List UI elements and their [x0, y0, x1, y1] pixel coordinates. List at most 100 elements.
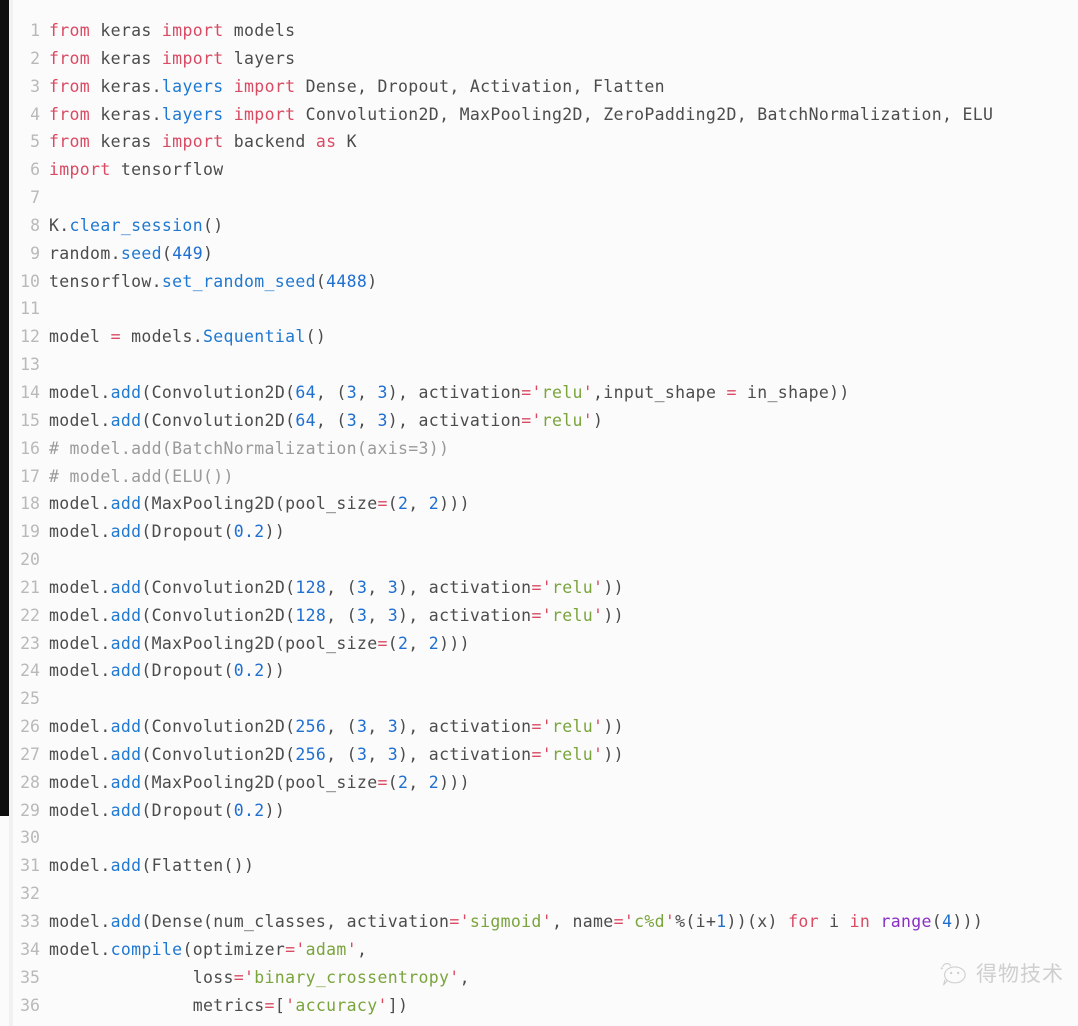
token-num: 0.2: [233, 661, 265, 681]
token-fn: set_random_seed: [161, 271, 316, 291]
code-line-content[interactable]: model.add(MaxPooling2D(pool_size=(2, 2))…: [49, 769, 470, 797]
line-number: 1: [30, 21, 40, 40]
code-line[interactable]: 8 K.clear_session(): [0, 212, 993, 240]
token-q: ': [664, 912, 676, 931]
code-line-content[interactable]: import tensorflow: [49, 156, 224, 184]
code-line[interactable]: 7: [0, 184, 993, 212]
code-line-content[interactable]: model.add(Convolution2D(128, (3, 3), act…: [49, 574, 624, 602]
code-line[interactable]: 4 from keras.layers import Convolution2D,…: [0, 101, 993, 129]
code-line-content[interactable]: from keras import layers: [49, 45, 295, 73]
line-number: 24: [20, 661, 40, 681]
code-line-content[interactable]: random.seed(449): [49, 240, 213, 268]
code-line-content[interactable]: from keras import backend as K: [49, 128, 357, 156]
token-pl: model.: [49, 939, 111, 959]
code-line-content[interactable]: # model.add(ELU()): [49, 463, 234, 491]
token-q: ': [295, 939, 306, 959]
code-line[interactable]: 34 model.compile(optimizer='adam',: [0, 936, 993, 964]
code-line[interactable]: 28 model.add(MaxPooling2D(pool_size=(2, 2…: [0, 769, 993, 797]
code-line[interactable]: 14 model.add(Convolution2D(64, (3, 3), ac…: [0, 379, 993, 407]
code-line[interactable]: 16 # model.add(BatchNormalization(axis=3)…: [0, 435, 993, 463]
code-line[interactable]: 19 model.add(Dropout(0.2)): [0, 518, 993, 546]
token-pl: i: [818, 912, 850, 931]
code-line-content[interactable]: model.add(Convolution2D(256, (3, 3), act…: [49, 713, 624, 741]
code-line-content[interactable]: from keras.layers import Convolution2D, …: [49, 101, 993, 129]
code-line-content[interactable]: model.add(Dropout(0.2)): [49, 657, 285, 685]
code-line[interactable]: 24 model.add(Dropout(0.2)): [0, 657, 993, 685]
token-fn: add: [110, 633, 142, 653]
code-line-content[interactable]: model.add(Dense(num_classes, activation=…: [49, 908, 983, 936]
code-line-content[interactable]: from keras.layers import Dense, Dropout,…: [49, 73, 665, 101]
code-line[interactable]: 27 model.add(Convolution2D(256, (3, 3), a…: [0, 741, 993, 769]
token-pl: model: [49, 327, 111, 347]
code-line-content[interactable]: tensorflow.set_random_seed(4488): [49, 268, 377, 296]
code-line-content[interactable]: model.add(MaxPooling2D(pool_size=(2, 2))…: [49, 490, 470, 518]
code-block[interactable]: 1 from keras import models 2 from keras imp…: [0, 0, 993, 1019]
token-num: 3: [356, 744, 368, 764]
token-kw: from: [49, 21, 91, 40]
code-line[interactable]: 31 model.add(Flatten()): [0, 852, 993, 880]
code-line-content[interactable]: model.add(Convolution2D(128, (3, 3), act…: [49, 602, 624, 630]
token-pl: random.: [49, 243, 121, 263]
code-line[interactable]: 15 model.add(Convolution2D(64, (3, 3), ac…: [0, 407, 993, 435]
token-num: 3: [387, 744, 399, 764]
code-line[interactable]: 32: [0, 880, 993, 908]
token-fn: add: [110, 494, 142, 514]
token-pl: , (: [326, 744, 357, 764]
token-op: =: [531, 717, 542, 737]
line-number: 31: [20, 856, 40, 876]
code-line[interactable]: 22 model.add(Convolution2D(128, (3, 3), a…: [0, 602, 993, 630]
code-line-content[interactable]: metrics=['accuracy']): [49, 992, 408, 1020]
code-line-content[interactable]: model.add(Dropout(0.2)): [49, 518, 285, 546]
line-number: 5: [30, 132, 40, 152]
token-pl: keras: [90, 21, 162, 40]
code-line[interactable]: 6 import tensorflow: [0, 156, 993, 184]
code-line[interactable]: 33 model.add(Dense(num_classes, activatio…: [0, 908, 993, 936]
code-line[interactable]: 3 from keras.layers import Dense, Dropout…: [0, 73, 993, 101]
token-pl: , (: [326, 577, 357, 597]
code-line[interactable]: 9 random.seed(449): [0, 240, 993, 268]
token-fn: clear_session: [69, 215, 203, 235]
code-line[interactable]: 2 from keras import layers: [0, 45, 993, 73]
code-line-content[interactable]: model.add(Convolution2D(256, (3, 3), act…: [49, 741, 624, 769]
token-pl: model.: [49, 744, 111, 764]
code-line[interactable]: 11: [0, 295, 993, 323]
code-line[interactable]: 23 model.add(MaxPooling2D(pool_size=(2, 2…: [0, 630, 993, 658]
code-line-content[interactable]: model.compile(optimizer='adam',: [49, 936, 367, 964]
code-line[interactable]: 18 model.add(MaxPooling2D(pool_size=(2, 2…: [0, 490, 993, 518]
code-line-content[interactable]: model.add(Convolution2D(64, (3, 3), acti…: [49, 407, 603, 435]
code-line[interactable]: 26 model.add(Convolution2D(256, (3, 3), a…: [0, 713, 993, 741]
code-line[interactable]: 36 metrics=['accuracy']): [0, 992, 993, 1020]
token-pl: layers: [223, 48, 296, 68]
code-line[interactable]: 30: [0, 824, 993, 852]
code-line[interactable]: 5 from keras import backend as K: [0, 128, 993, 156]
code-line[interactable]: 10 tensorflow.set_random_seed(4488): [0, 268, 993, 296]
token-pl: ,: [408, 494, 429, 514]
line-number: 6: [30, 160, 40, 180]
token-str: adam: [305, 939, 347, 959]
code-line[interactable]: 20: [0, 546, 993, 574]
line-number: 36: [20, 995, 40, 1015]
code-line-content[interactable]: model = models.Sequential(): [49, 323, 326, 351]
code-line[interactable]: 12 model = models.Sequential(): [0, 323, 993, 351]
code-line[interactable]: 13: [0, 351, 993, 379]
token-pl: model.: [49, 856, 111, 876]
code-line[interactable]: 17 # model.add(ELU()): [0, 463, 993, 491]
token-pl: ,: [367, 717, 388, 737]
code-line[interactable]: 29 model.add(Dropout(0.2)): [0, 797, 993, 825]
code-line-content[interactable]: model.add(Dropout(0.2)): [49, 797, 285, 825]
code-line-content[interactable]: model.add(MaxPooling2D(pool_size=(2, 2))…: [49, 630, 470, 658]
code-line-content[interactable]: # model.add(BatchNormalization(axis=3)): [49, 435, 449, 463]
code-line-content[interactable]: K.clear_session(): [49, 212, 224, 240]
line-number: 15: [20, 410, 40, 430]
code-line-content[interactable]: model.add(Convolution2D(64, (3, 3), acti…: [49, 379, 850, 407]
token-q: ': [541, 912, 552, 931]
token-pl: model.: [49, 410, 111, 430]
code-line-content[interactable]: loss='binary_crossentropy',: [49, 964, 470, 992]
code-line[interactable]: 1 from keras import models: [0, 17, 993, 45]
code-line[interactable]: 21 model.add(Convolution2D(128, (3, 3), a…: [0, 574, 993, 602]
token-str: relu: [541, 382, 583, 402]
code-line[interactable]: 35 loss='binary_crossentropy',: [0, 964, 993, 992]
code-line[interactable]: 25: [0, 685, 993, 713]
code-line-content[interactable]: from keras import models: [49, 17, 295, 45]
code-line-content[interactable]: model.add(Flatten()): [49, 852, 254, 880]
